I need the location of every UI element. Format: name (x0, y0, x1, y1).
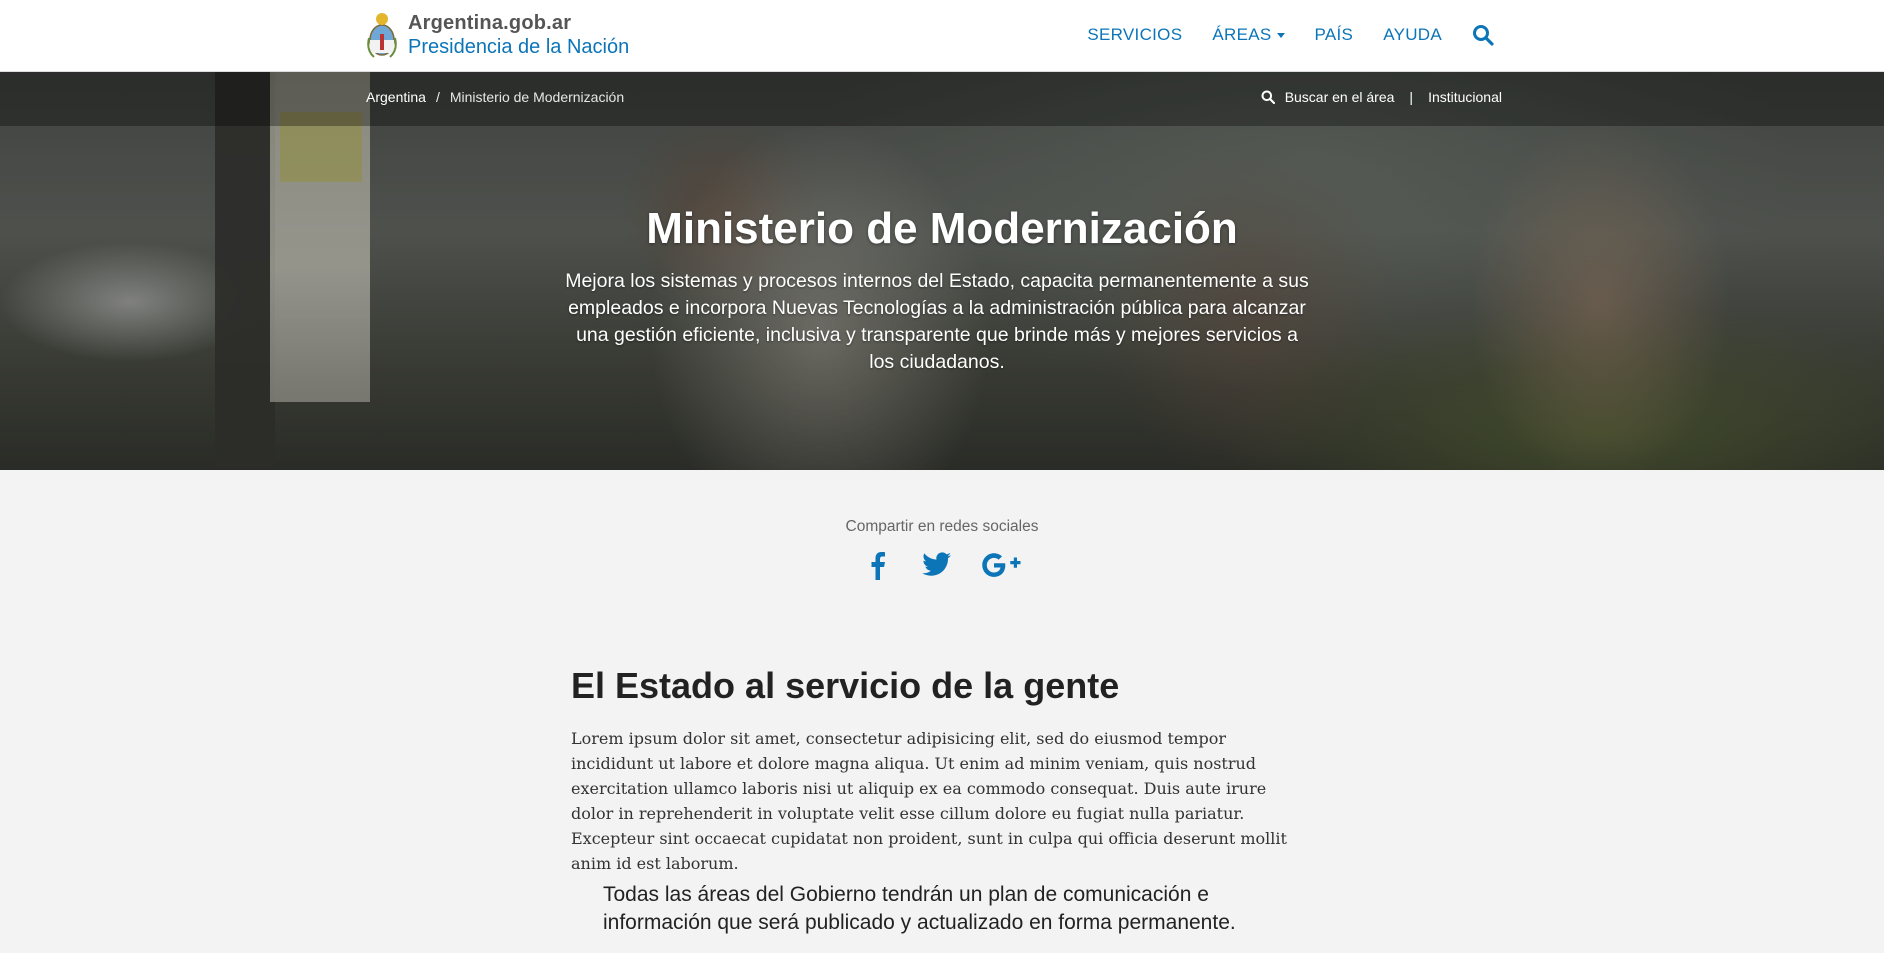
facebook-icon[interactable] (860, 545, 894, 585)
page-title: Ministerio de Modernización (646, 204, 1238, 253)
caret-down-icon (1276, 33, 1285, 39)
search-area-link[interactable]: Buscar en el área (1285, 89, 1395, 105)
twitter-icon[interactable] (920, 545, 954, 585)
hero-toolbar (0, 72, 1884, 126)
search-icon[interactable] (1472, 24, 1494, 46)
nav-servicios[interactable]: SERVICIOS (1087, 25, 1182, 45)
nav-areas-dropdown[interactable]: ÁREAS (1212, 25, 1285, 45)
section-heading: El Estado al servicio de la gente (571, 665, 1120, 706)
coat-of-arms-icon (367, 13, 397, 58)
area-tools-divider: | (1409, 89, 1414, 105)
share-icons (0, 545, 1884, 585)
brand-subtitle: Presidencia de la Nación (408, 36, 630, 58)
breadcrumb-separator: / (435, 89, 440, 105)
share-title: Compartir en redes sociales (845, 518, 1039, 535)
section-paragraph: Lorem ipsum dolor sit amet, consectetur … (571, 729, 1287, 873)
hero-banner: Argentina / Ministerio de Modernización … (0, 72, 1884, 470)
brand-title: Argentina.gob.ar (408, 12, 572, 34)
nav-pais[interactable]: PAÍS (1315, 25, 1354, 45)
breadcrumb-current: Ministerio de Modernización (449, 89, 625, 105)
main-nav: SERVICIOS ÁREAS PAÍS AYUDA (1057, 24, 1494, 46)
top-navbar: Argentina.gob.ar Presidencia de la Nació… (0, 0, 1884, 72)
breadcrumb: Argentina / Ministerio de Modernización (366, 89, 624, 105)
area-tools: Buscar en el área | Institucional (1261, 89, 1502, 105)
brand-logo-link[interactable]: Argentina.gob.ar Presidencia de la Nació… (366, 10, 629, 60)
breadcrumb-root-link[interactable]: Argentina (366, 89, 426, 105)
section-quote: Todas las áreas del Gobierno tendrán un … (603, 883, 1236, 934)
google-plus-icon[interactable] (980, 545, 1024, 585)
hero-description: Mejora los sistemas y procesos internos … (565, 270, 1309, 373)
search-area-icon (1261, 90, 1275, 104)
institucional-link[interactable]: Institucional (1428, 89, 1502, 105)
nav-areas-label: ÁREAS (1212, 25, 1272, 44)
nav-ayuda[interactable]: AYUDA (1383, 25, 1442, 45)
